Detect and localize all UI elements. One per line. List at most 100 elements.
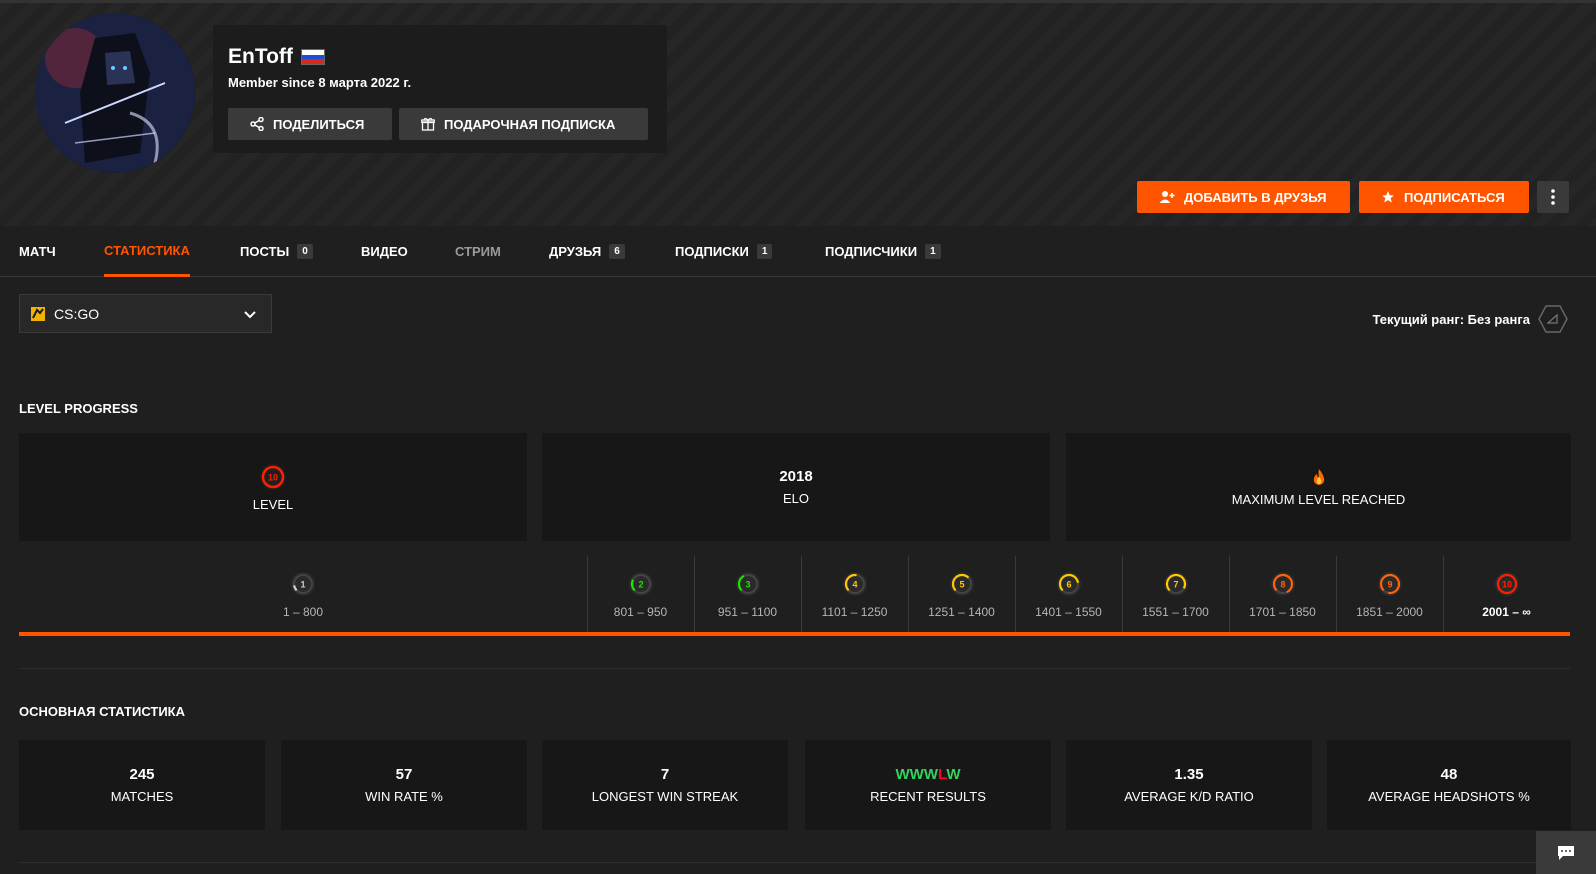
count-badge: 1 (925, 244, 941, 259)
count-badge: 6 (609, 244, 625, 259)
profile-tabs: МАТЧ СТАТИСТИКА ПОСТЫ 0 ВИДЕО СТРИМ ДРУЗЬ… (0, 226, 1596, 277)
tab-friends[interactable]: ДРУЗЬЯ 6 (549, 226, 625, 277)
game-select[interactable]: CS:GO (19, 294, 272, 333)
username: EnToff (228, 45, 325, 69)
level-range-text: 1251 – 1400 (928, 605, 995, 619)
count-badge: 0 (297, 244, 313, 259)
level-range-item: 10 2001 – ∞ (1443, 556, 1570, 634)
level-number: 7 (1173, 580, 1178, 590)
gift-subscription-button[interactable]: ПОДАРОЧНАЯ ПОДПИСКА (399, 108, 648, 140)
level-number: 8 (1280, 580, 1285, 590)
level-progress-bar (19, 632, 1570, 636)
level-range-text: 2001 – ∞ (1482, 605, 1531, 619)
chat-icon (1558, 845, 1574, 860)
level-range-text: 1701 – 1850 (1249, 605, 1316, 619)
tab-label: ПОДПИСЧИКИ (825, 244, 918, 259)
level-number: 10 (1501, 580, 1511, 590)
tab-label: ВИДЕО (361, 244, 408, 259)
level-range-text: 1551 – 1700 (1142, 605, 1209, 619)
level-8-badge-icon: 8 (1270, 572, 1295, 596)
level-6-badge-icon: 6 (1056, 572, 1081, 596)
tab-label: МАТЧ (19, 244, 56, 259)
level-card: 10 LEVEL (19, 433, 527, 541)
stat-value: 7 (660, 766, 670, 783)
level-range-item: 9 1851 – 2000 (1336, 556, 1443, 634)
level-number: 4 (852, 580, 857, 590)
stat-label: RECENT RESULTS (870, 789, 986, 804)
elo-card: 2018 ELO (542, 433, 1050, 541)
tab-posts[interactable]: ПОСТЫ 0 (240, 226, 313, 277)
tab-match[interactable]: МАТЧ (19, 226, 56, 277)
recent-result-letter: W (923, 766, 938, 783)
max-level-label: MAXIMUM LEVEL REACHED (1231, 491, 1406, 507)
chat-button[interactable] (1536, 831, 1596, 874)
level-range-item: 4 1101 – 1250 (801, 556, 908, 634)
tab-subscriptions[interactable]: ПОДПИСКИ 1 (675, 226, 773, 277)
level-number: 9 (1387, 580, 1392, 590)
level-7-badge-icon: 7 (1163, 572, 1188, 596)
level-progress-title: LEVEL PROGRESS (19, 401, 138, 416)
subscribe-label: ПОДПИСАТЬСЯ (1404, 189, 1505, 205)
stat-value: 1.35 (1174, 766, 1204, 783)
stat-card: 57 WIN RATE % (281, 740, 527, 830)
level-range-text: 951 – 1100 (717, 605, 778, 619)
elo-value: 2018 (779, 468, 813, 485)
stat-value: 57 (395, 766, 413, 783)
tab-video[interactable]: ВИДЕО (361, 226, 408, 277)
stat-value: 245 (129, 766, 155, 783)
level-range-item: 3 951 – 1100 (694, 556, 801, 634)
level-range-text: 1 – 800 (282, 605, 324, 619)
level-5-badge-icon: 5 (949, 572, 974, 596)
stat-card: 1.35 AVERAGE K/D RATIO (1066, 740, 1312, 830)
level-range-text: 1101 – 1250 (821, 605, 888, 619)
stat-card: 245 MATCHES (19, 740, 265, 830)
level-number: 1 (300, 580, 305, 590)
level-number: 3 (745, 580, 750, 590)
tab-label: СТАТИСТИКА (104, 242, 190, 258)
tab-label: ДРУЗЬЯ (549, 244, 602, 259)
subscribe-button[interactable]: ПОДПИСАТЬСЯ (1359, 181, 1529, 213)
level-range-text: 801 – 950 (613, 605, 668, 619)
profile-banner: EnToff Member since 8 марта 2022 г. ПОДЕ… (0, 0, 1596, 226)
max-level-card: MAXIMUM LEVEL REACHED (1066, 433, 1571, 541)
member-since: Member since 8 марта 2022 г. (228, 75, 412, 90)
level-number: 5 (959, 580, 964, 590)
add-user-icon (1159, 191, 1175, 203)
add-friend-label: ДОБАВИТЬ В ДРУЗЬЯ (1184, 189, 1327, 205)
gift-label: ПОДАРОЧНАЯ ПОДПИСКА (444, 116, 616, 132)
game-select-value: CS:GO (54, 305, 100, 322)
level-range-item: 8 1701 – 1850 (1229, 556, 1336, 634)
recent-result-letter: W (895, 766, 910, 783)
level-1-badge-icon: 1 (291, 572, 315, 596)
stat-value: WWWLW (895, 766, 960, 783)
share-label: ПОДЕЛИТЬСЯ (273, 116, 365, 132)
level-range-item: 1 1 – 800 (19, 556, 587, 634)
share-button[interactable]: ПОДЕЛИТЬСЯ (228, 108, 392, 140)
tab-subscribers[interactable]: ПОДПИСЧИКИ 1 (825, 226, 941, 277)
level-9-badge-icon: 9 (1377, 572, 1402, 596)
level-number: 6 (1066, 580, 1071, 590)
more-options-button[interactable] (1537, 181, 1569, 213)
avatar[interactable] (35, 13, 195, 173)
gift-icon (421, 117, 435, 131)
stat-card: 48 AVERAGE HEADSHOTS % (1327, 740, 1571, 830)
tab-statistics[interactable]: СТАТИСТИКА (104, 226, 190, 277)
level-range-text: 1401 – 1550 (1035, 605, 1102, 619)
current-rank-text: Текущий ранг: Без ранга (1372, 311, 1530, 327)
russia-flag-icon (300, 49, 325, 65)
count-badge: 1 (756, 244, 773, 259)
stat-label: AVERAGE K/D RATIO (1124, 789, 1254, 804)
level-2-badge-icon: 2 (628, 572, 653, 596)
stat-label: MATCHES (110, 789, 174, 804)
tab-label: СТРИМ (455, 244, 501, 259)
tab-stream[interactable]: СТРИМ (455, 226, 501, 277)
stat-card: WWWLW RECENT RESULTS (805, 740, 1051, 830)
csgo-icon (31, 306, 45, 321)
fire-icon (1313, 468, 1324, 485)
tab-label: ПОДПИСКИ (675, 244, 749, 259)
tab-label: ПОСТЫ (240, 244, 290, 259)
level-10-badge-icon: 10 (260, 463, 286, 490)
add-friend-button[interactable]: ДОБАВИТЬ В ДРУЗЬЯ (1137, 181, 1350, 213)
stat-label: AVERAGE HEADSHOTS % (1368, 789, 1530, 804)
more-vertical-icon (1551, 189, 1555, 205)
